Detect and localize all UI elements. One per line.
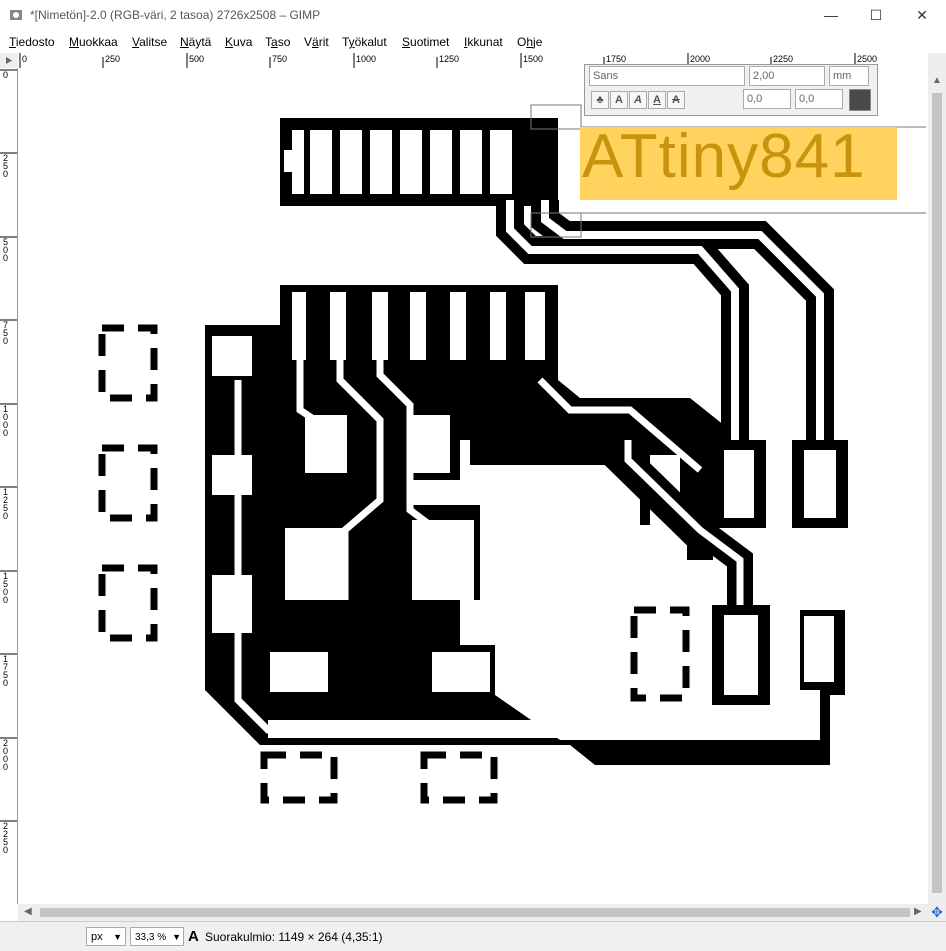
h-ruler-label: 1000 — [356, 54, 377, 64]
menu-varit[interactable]: Värit — [304, 35, 329, 49]
v-ruler-label: 250 — [3, 153, 9, 179]
menu-valitse[interactable]: Valitse — [132, 35, 167, 49]
horizontal-scrollbar[interactable]: ◀ ▶ — [18, 904, 928, 921]
h-ruler-label: 1750 — [606, 54, 627, 64]
italic-button[interactable]: A — [629, 91, 647, 109]
v-ruler-label: 2000 — [3, 738, 9, 772]
unit-select[interactable]: mm — [829, 66, 869, 86]
chevron-down-icon: ▼ — [172, 932, 181, 942]
kerning-field[interactable]: 0,0 — [795, 89, 843, 109]
chevron-down-icon: ▼ — [113, 932, 122, 942]
v-ruler-label: 1250 — [3, 487, 9, 521]
menu-kuva[interactable]: Kuva — [225, 35, 252, 49]
scroll-right-icon[interactable]: ▶ — [914, 906, 922, 917]
strikethrough-button[interactable]: A — [667, 91, 685, 109]
status-bar: px ▼ 33,3 % ▼ A Suorakulmio: 1149 × 264 (4… — [0, 921, 946, 951]
h-ruler-label: 0 — [22, 54, 28, 64]
horizontal-scroll-thumb[interactable] — [40, 908, 910, 917]
menu-bar: Tiedosto Muokkaa Valitse Näytä Kuva Taso… — [0, 31, 946, 53]
h-ruler-label: 1250 — [439, 54, 460, 64]
menu-ohje[interactable]: Ohje — [517, 35, 542, 49]
vertical-ruler[interactable]: 0 250 500 750 1000 1250 1500 1750 2000 2… — [0, 68, 18, 904]
v-ruler-label: 500 — [3, 237, 9, 263]
menu-tyokalut[interactable]: Työkalut — [342, 35, 387, 49]
image-canvas[interactable]: ATtiny841 — [18, 68, 928, 904]
title-bar: *[Nimetön]-2.0 (RGB-väri, 2 tasoa) 2726x… — [0, 0, 946, 31]
h-ruler-label: 2000 — [690, 54, 711, 64]
status-message: Suorakulmio: 1149 × 264 (4,35:1) — [205, 930, 383, 944]
underline-button[interactable]: A — [648, 91, 666, 109]
zoom-selector[interactable]: 33,3 % ▼ — [130, 927, 184, 946]
text-color-swatch[interactable] — [849, 89, 871, 111]
v-ruler-label: 1750 — [3, 654, 9, 688]
v-ruler-label: 2250 — [3, 821, 9, 855]
vertical-scrollbar[interactable]: ▲ — [928, 53, 946, 904]
text-layer-box[interactable]: ATtiny841 — [580, 122, 897, 200]
v-ruler-label: 1500 — [3, 571, 9, 605]
v-ruler-label: 0 — [3, 70, 9, 80]
ruler-corner-button[interactable] — [0, 53, 19, 69]
minimize-button[interactable]: — — [808, 0, 854, 31]
scroll-left-icon[interactable]: ◀ — [24, 906, 32, 917]
v-ruler-label: 750 — [3, 320, 9, 346]
baseline-field[interactable]: 0,0 — [743, 89, 791, 109]
menu-muokkaa[interactable]: Muokkaa — [69, 35, 118, 49]
scroll-up-icon[interactable]: ▲ — [930, 75, 944, 89]
h-ruler-label: 1500 — [523, 54, 544, 64]
text-tool-options: Sans 2,00 mm ♣ A A A A 0,0 0,0 — [584, 64, 878, 116]
maximize-button[interactable]: ☐ — [853, 0, 899, 31]
v-ruler-label: 1000 — [3, 404, 9, 438]
h-ruler-label: 750 — [272, 54, 288, 64]
gimp-app-icon — [10, 10, 22, 20]
unit-selector[interactable]: px ▼ — [86, 927, 126, 946]
font-field[interactable]: Sans — [589, 66, 745, 86]
h-ruler-label: 250 — [105, 54, 121, 64]
h-ruler-label: 2250 — [773, 54, 794, 64]
close-button[interactable]: ✕ — [899, 0, 945, 31]
text-tool-icon: A — [188, 928, 199, 945]
menu-ikkunat[interactable]: Ikkunat — [464, 35, 503, 49]
vertical-scroll-thumb[interactable] — [932, 93, 942, 893]
menu-tiedosto[interactable]: Tiedosto — [9, 35, 55, 49]
window-title: *[Nimetön]-2.0 (RGB-väri, 2 tasoa) 2726x… — [30, 8, 321, 22]
h-ruler-label: 2500 — [857, 54, 878, 64]
navigate-icon[interactable]: ✥ — [928, 904, 946, 921]
menu-nayta[interactable]: Näytä — [180, 35, 211, 49]
menu-suotimet[interactable]: Suotimet — [402, 35, 449, 49]
menu-taso[interactable]: Taso — [265, 35, 290, 49]
bold-button[interactable]: A — [610, 91, 628, 109]
clear-style-icon[interactable]: ♣ — [591, 91, 609, 109]
h-ruler-label: 500 — [189, 54, 205, 64]
text-layer-attiny841: ATtiny841 — [582, 122, 866, 191]
font-size-field[interactable]: 2,00 — [749, 66, 825, 86]
